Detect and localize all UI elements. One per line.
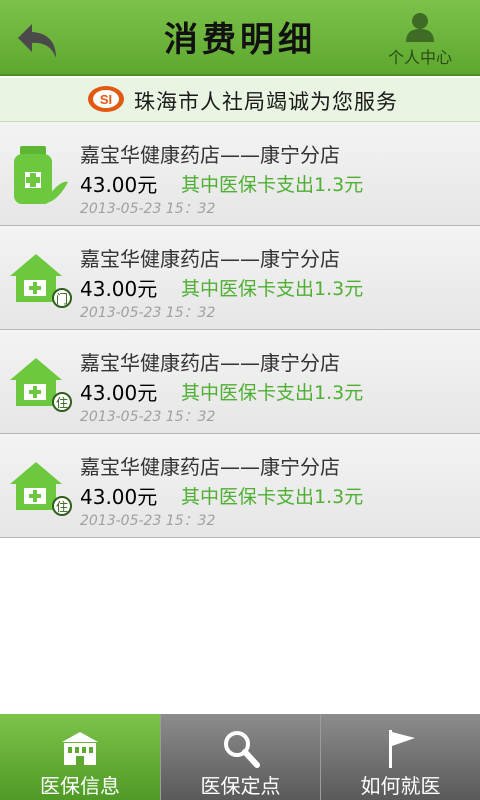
logo-text: SI (100, 92, 112, 107)
tab-how-to-visit[interactable]: 如何就医 (320, 714, 480, 800)
search-icon (224, 731, 260, 768)
clinic-house-icon: 门 (10, 254, 72, 308)
store-name: 嘉宝华健康药店——康宁分店 (80, 455, 340, 479)
banner-text: 珠海市人社局竭诚为您服务 (134, 90, 398, 114)
profile-button[interactable]: 个人中心 (380, 8, 460, 68)
timestamp: 2013-05-23 15：32 (80, 409, 216, 425)
flag-icon (389, 730, 415, 768)
list-item[interactable]: 门 嘉宝华健康药店——康宁分店 43.00元 其中医保卡支出1.3元 2013-… (0, 226, 480, 330)
timestamp: 2013-05-23 15：32 (80, 513, 216, 529)
insurance-note: 其中医保卡支出1.3元 (181, 486, 364, 508)
list-item[interactable]: 嘉宝华健康药店——康宁分店 43.00元 其中医保卡支出1.3元 2013-05… (0, 122, 480, 226)
insurance-note: 其中医保卡支出1.3元 (181, 174, 364, 196)
store-name: 嘉宝华健康药店——康宁分店 (80, 143, 340, 167)
bottom-tab-bar: 医保信息 医保定点 如何就医 (0, 714, 480, 800)
tab-label: 如何就医 (360, 774, 441, 798)
store-name: 嘉宝华健康药店——康宁分店 (80, 247, 340, 271)
social-insurance-logo-icon: SI (88, 86, 124, 112)
amount: 43.00元 (80, 173, 158, 197)
top-bar: 消费明细 个人中心 (0, 0, 480, 76)
profile-label: 个人中心 (387, 48, 452, 67)
insurance-note: 其中医保卡支出1.3元 (181, 382, 364, 404)
tab-label: 医保定点 (200, 774, 281, 798)
clinic-house-icon: 住 (10, 462, 72, 516)
medicine-bottle-icon (14, 146, 68, 204)
consumption-list: 嘉宝华健康药店——康宁分店 43.00元 其中医保卡支出1.3元 2013-05… (0, 122, 480, 538)
store-name: 嘉宝华健康药店——康宁分店 (80, 351, 340, 375)
amount: 43.00元 (80, 381, 158, 405)
service-banner: SI 珠海市人社局竭诚为您服务 (0, 78, 480, 122)
amount: 43.00元 (80, 485, 158, 509)
list-item[interactable]: 住 嘉宝华健康药店——康宁分店 43.00元 其中医保卡支出1.3元 2013-… (0, 434, 480, 538)
tab-designated-points[interactable]: 医保定点 (160, 714, 320, 800)
insurance-note: 其中医保卡支出1.3元 (181, 278, 364, 300)
tab-insurance-info[interactable]: 医保信息 (0, 714, 160, 800)
timestamp: 2013-05-23 15：32 (80, 201, 216, 217)
building-icon (62, 732, 98, 765)
amount: 43.00元 (80, 277, 158, 301)
tab-label: 医保信息 (40, 774, 120, 798)
visit-type-badge: 住 (56, 500, 68, 514)
clinic-house-icon: 住 (10, 358, 72, 412)
timestamp: 2013-05-23 15：32 (80, 305, 216, 321)
visit-type-badge: 住 (56, 396, 68, 410)
user-icon (406, 13, 434, 42)
visit-type-badge: 门 (56, 291, 68, 306)
list-item[interactable]: 住 嘉宝华健康药店——康宁分店 43.00元 其中医保卡支出1.3元 2013-… (0, 330, 480, 434)
